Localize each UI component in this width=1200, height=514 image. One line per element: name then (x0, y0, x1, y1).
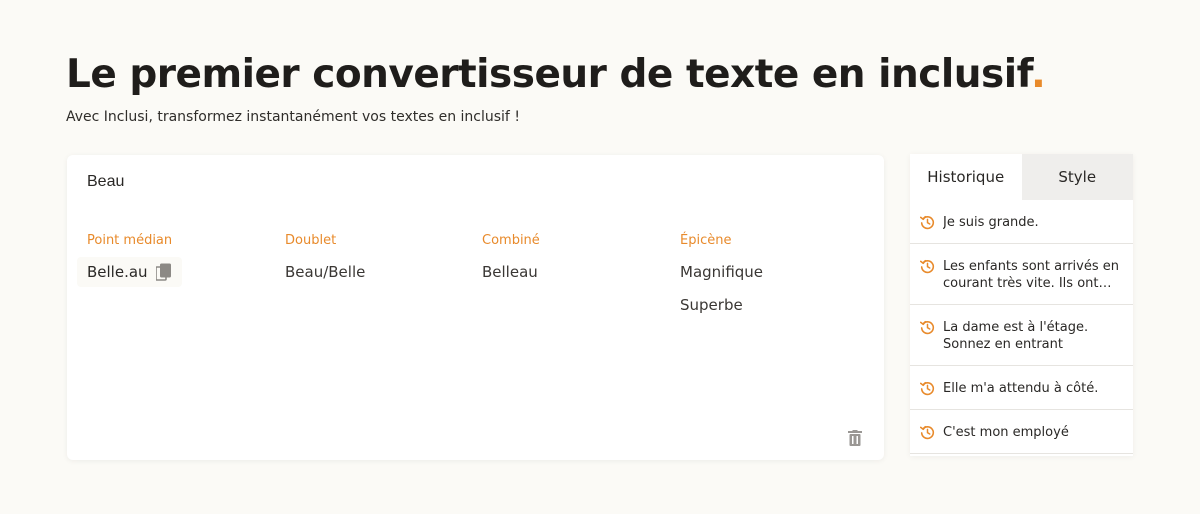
column-epicene: Épicène Magnifique Superbe (680, 233, 860, 328)
title-dot: . (1030, 52, 1046, 97)
history-icon (919, 320, 935, 335)
panel-tabs: Historique Style (910, 154, 1133, 200)
suggestion-chip[interactable]: Belle.au (77, 257, 182, 287)
suggestion-item[interactable]: Belleau (482, 262, 662, 295)
history-item[interactable]: La dame est à l'étage. Sonnez en entrant (910, 305, 1133, 366)
history-item[interactable]: C'est mon employé (910, 410, 1133, 454)
column-point-median: Point médian Belle.au (77, 233, 267, 287)
suggestion-item[interactable]: Magnifique (680, 262, 860, 295)
history-text: C'est mon employé (943, 425, 1069, 440)
history-text: Elle m'a attendu à côté. (943, 381, 1099, 396)
page-title-text: Le premier convertisseur de texte en inc… (66, 52, 1031, 97)
history-icon (919, 381, 935, 396)
column-heading: Épicène (680, 233, 732, 248)
page-title: Le premier convertisseur de texte en inc… (66, 52, 1046, 97)
column-heading: Doublet (285, 233, 337, 248)
history-icon (919, 259, 935, 274)
suggestion-item[interactable]: Superbe (680, 295, 860, 328)
side-panel: Historique Style Je suis grande. Les enf… (910, 154, 1133, 456)
history-text: La dame est à l'étage. Sonnez en entrant (943, 320, 1089, 352)
history-icon (919, 425, 935, 440)
suggestion-text: Belle.au (87, 263, 148, 281)
trash-icon[interactable] (848, 430, 862, 446)
history-item[interactable]: Je suis grande. (910, 200, 1133, 244)
history-icon (919, 215, 935, 230)
history-item[interactable]: Elle m'a attendu à côté. (910, 366, 1133, 410)
page-subtitle: Avec Inclusi, transformez instantanément… (66, 109, 520, 125)
column-doublet: Doublet Beau/Belle (285, 233, 465, 295)
column-combine: Combiné Belleau (482, 233, 662, 295)
text-input[interactable] (87, 173, 847, 191)
column-heading: Point médian (87, 233, 173, 248)
suggestion-item[interactable]: Beau/Belle (285, 262, 465, 295)
converter-card: Point médian Belle.au Doublet Beau/Belle… (67, 155, 884, 460)
copy-icon[interactable] (154, 263, 172, 281)
tab-historique[interactable]: Historique (910, 154, 1022, 200)
history-text: Les enfants sont arrivés en courant très… (943, 259, 1120, 291)
tab-style[interactable]: Style (1021, 154, 1133, 200)
history-item[interactable]: Les enfants sont arrivés en courant très… (910, 244, 1133, 305)
history-list: Je suis grande. Les enfants sont arrivés… (910, 200, 1133, 454)
history-text: Je suis grande. (943, 215, 1039, 230)
column-heading: Combiné (482, 233, 540, 248)
